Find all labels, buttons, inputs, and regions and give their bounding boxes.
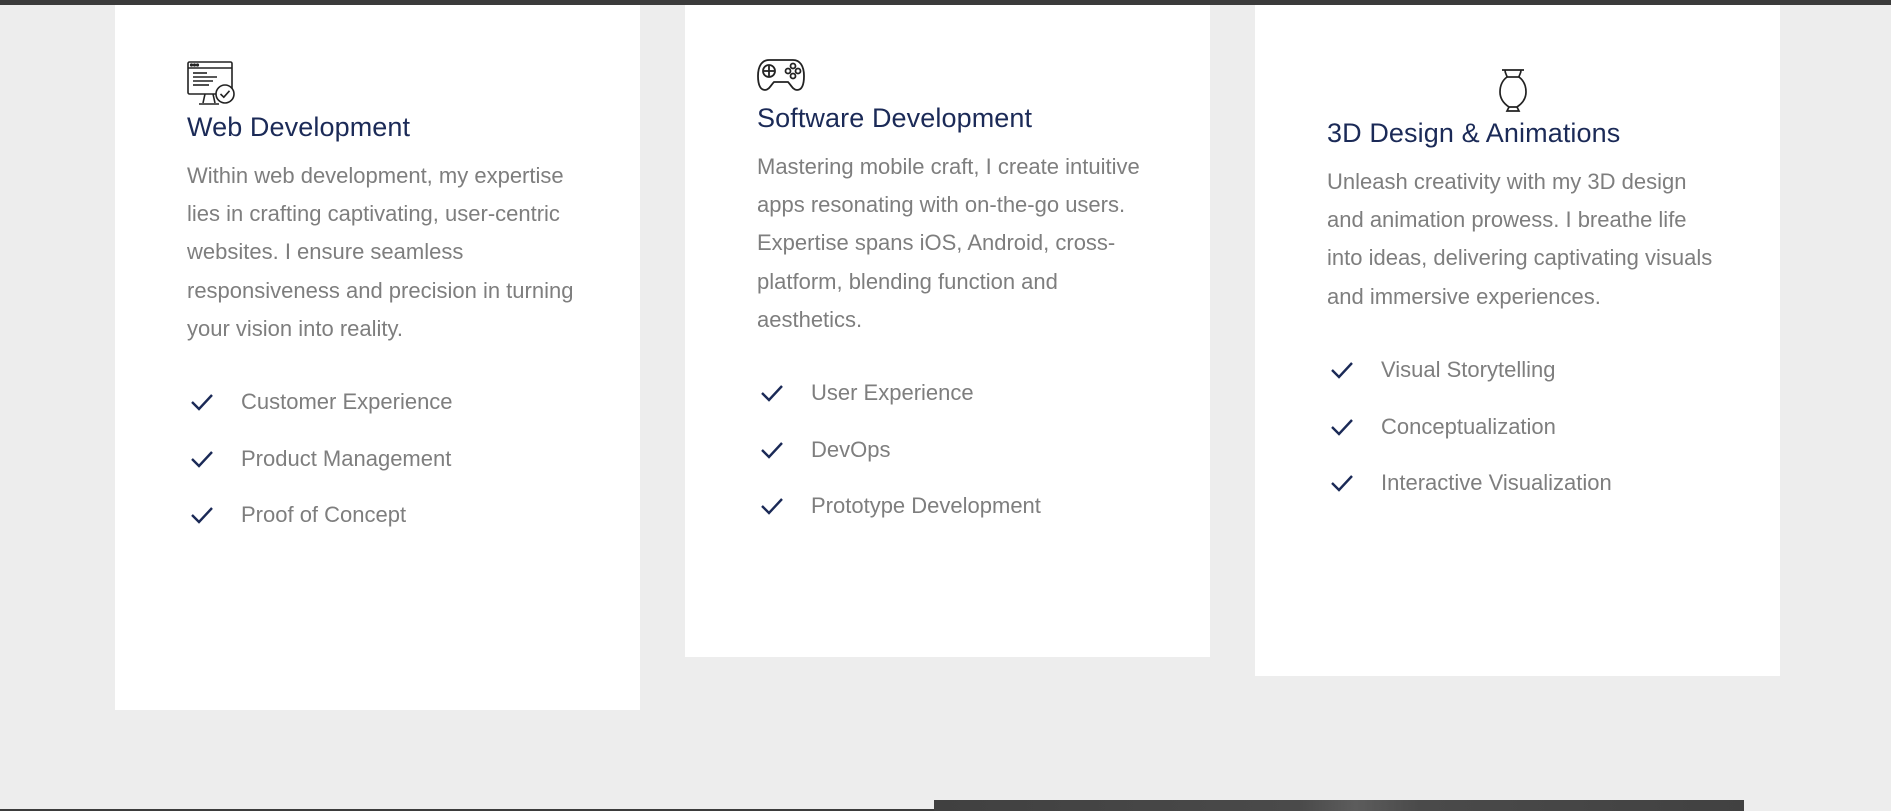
service-card-3d-design: 3D Design & Animations Unleash creativit… [1255, 5, 1780, 676]
check-icon [191, 394, 213, 411]
feature-label: Interactive Visualization [1381, 470, 1612, 496]
service-card-web-development: Web Development Within web development, … [115, 5, 640, 710]
card-description: Unleash creativity with my 3D design and… [1327, 169, 1713, 309]
feature-label: Product Management [241, 445, 452, 471]
feature-label: Conceptualization [1381, 413, 1556, 439]
feature-item: Proof of Concept [187, 487, 607, 544]
monitor-check-icon [187, 61, 235, 105]
feature-item: Interactive Visualization [1327, 455, 1747, 512]
feature-label: Customer Experience [241, 389, 453, 415]
check-icon [761, 441, 783, 459]
feature-list: Visual Storytelling Conceptualization In… [1327, 342, 1747, 512]
check-icon [761, 385, 783, 402]
service-card-software-development: Software Development Mastering mobile cr… [685, 5, 1210, 657]
feature-item: Conceptualization [1327, 398, 1747, 455]
check-icon [1331, 362, 1353, 379]
card-title: Software Development [757, 103, 1033, 133]
check-icon [191, 450, 213, 468]
bottom-banner-edge [934, 800, 1744, 811]
gamepad-icon [757, 59, 805, 91]
feature-item: User Experience [757, 365, 1177, 422]
feature-list: Customer Experience Product Management P… [187, 374, 607, 544]
feature-label: Visual Storytelling [1381, 357, 1556, 383]
card-description: Within web development, my expertise lie… [187, 163, 574, 341]
card-title: 3D Design & Animations [1327, 118, 1621, 148]
check-icon [1331, 418, 1353, 436]
feature-item: Visual Storytelling [1327, 342, 1747, 399]
feature-label: User Experience [811, 380, 974, 406]
feature-item: Product Management [187, 431, 607, 488]
vase-icon [1499, 69, 1527, 112]
feature-list: User Experience DevOps Prototype Develop… [757, 365, 1177, 535]
feature-label: Prototype Development [811, 493, 1041, 519]
check-icon [1331, 475, 1353, 492]
feature-item: DevOps [757, 422, 1177, 479]
feature-item: Prototype Development [757, 478, 1177, 535]
feature-item: Customer Experience [187, 374, 607, 431]
card-title: Web Development [187, 112, 411, 142]
feature-label: DevOps [811, 436, 891, 462]
feature-label: Proof of Concept [241, 502, 407, 528]
check-icon [761, 498, 783, 515]
card-description: Mastering mobile craft, I create intuiti… [757, 154, 1140, 332]
check-icon [191, 507, 213, 524]
